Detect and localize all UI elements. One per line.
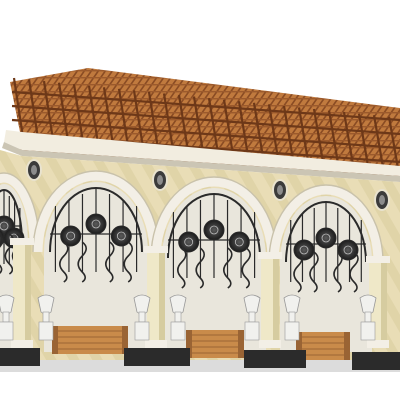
- dark-pedestal: [244, 350, 306, 368]
- pergola-scene: [0, 68, 400, 372]
- iron-rosette: [85, 213, 107, 235]
- wall-medallion: [152, 169, 168, 191]
- column: [258, 252, 282, 348]
- iron-rosette: [178, 231, 200, 253]
- iron-rosette: [60, 225, 82, 247]
- wall-medallion: [374, 189, 390, 211]
- column-base: [259, 340, 281, 348]
- wall-medallion: [26, 159, 42, 181]
- column-base: [367, 340, 389, 348]
- column-capital: [144, 246, 168, 253]
- column: [10, 238, 34, 348]
- dark-pedestal: [0, 348, 40, 366]
- wooden-bench: [186, 330, 244, 358]
- iron-rosette: [315, 227, 337, 249]
- column-base: [11, 340, 33, 348]
- dark-pedestal: [352, 352, 400, 370]
- column-capital: [10, 238, 34, 245]
- wall-medallion: [272, 179, 288, 201]
- column-capital: [258, 252, 282, 259]
- wooden-bench: [52, 326, 128, 354]
- iron-rosette: [293, 239, 315, 261]
- iron-rosette: [203, 219, 225, 241]
- column-capital: [366, 256, 390, 263]
- column-base: [145, 340, 167, 348]
- dark-pedestal: [124, 348, 190, 366]
